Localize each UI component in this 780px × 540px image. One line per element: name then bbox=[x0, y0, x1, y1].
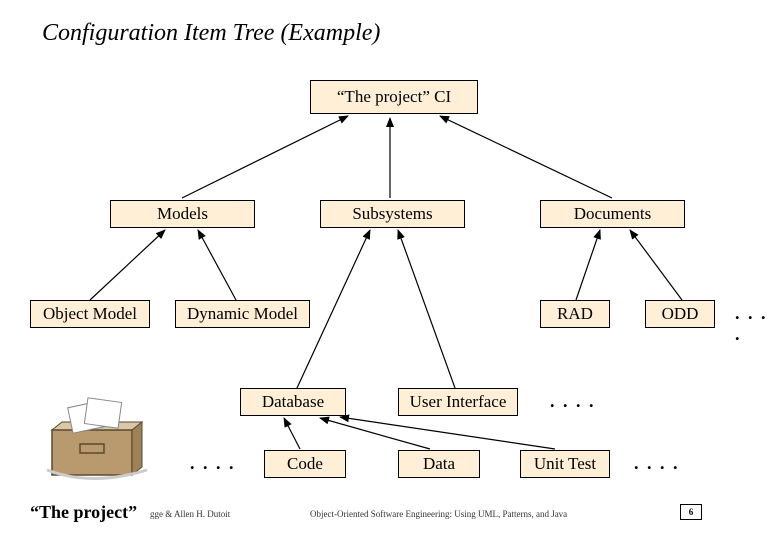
node-user-interface: User Interface bbox=[398, 388, 518, 416]
page-title: Configuration Item Tree (Example) bbox=[42, 20, 380, 47]
node-root: “The project” CI bbox=[310, 80, 478, 114]
ellipsis-db-left: . . . . bbox=[190, 453, 236, 474]
node-rad: RAD bbox=[540, 300, 610, 328]
page-number-icon: 6 bbox=[680, 504, 702, 520]
ellipsis-documents: . . . . bbox=[735, 303, 780, 345]
footer-center: Object-Oriented Software Engineering: Us… bbox=[310, 509, 567, 519]
node-documents: Documents bbox=[540, 200, 685, 228]
footer-author: gge & Allen H. Dutoit bbox=[150, 509, 230, 519]
node-subsystems: Subsystems bbox=[320, 200, 465, 228]
node-unit-test: Unit Test bbox=[520, 450, 610, 478]
ellipsis-subsystems: . . . . bbox=[550, 391, 596, 412]
node-database: Database bbox=[240, 388, 346, 416]
node-code: Code bbox=[264, 450, 346, 478]
node-odd: ODD bbox=[645, 300, 715, 328]
node-object-model: Object Model bbox=[30, 300, 150, 328]
node-data: Data bbox=[398, 450, 480, 478]
node-dynamic-model: Dynamic Model bbox=[175, 300, 310, 328]
project-label: “The project” bbox=[30, 502, 137, 523]
node-models: Models bbox=[110, 200, 255, 228]
box-icon bbox=[42, 392, 152, 492]
ellipsis-db-right: . . . . bbox=[634, 453, 680, 474]
